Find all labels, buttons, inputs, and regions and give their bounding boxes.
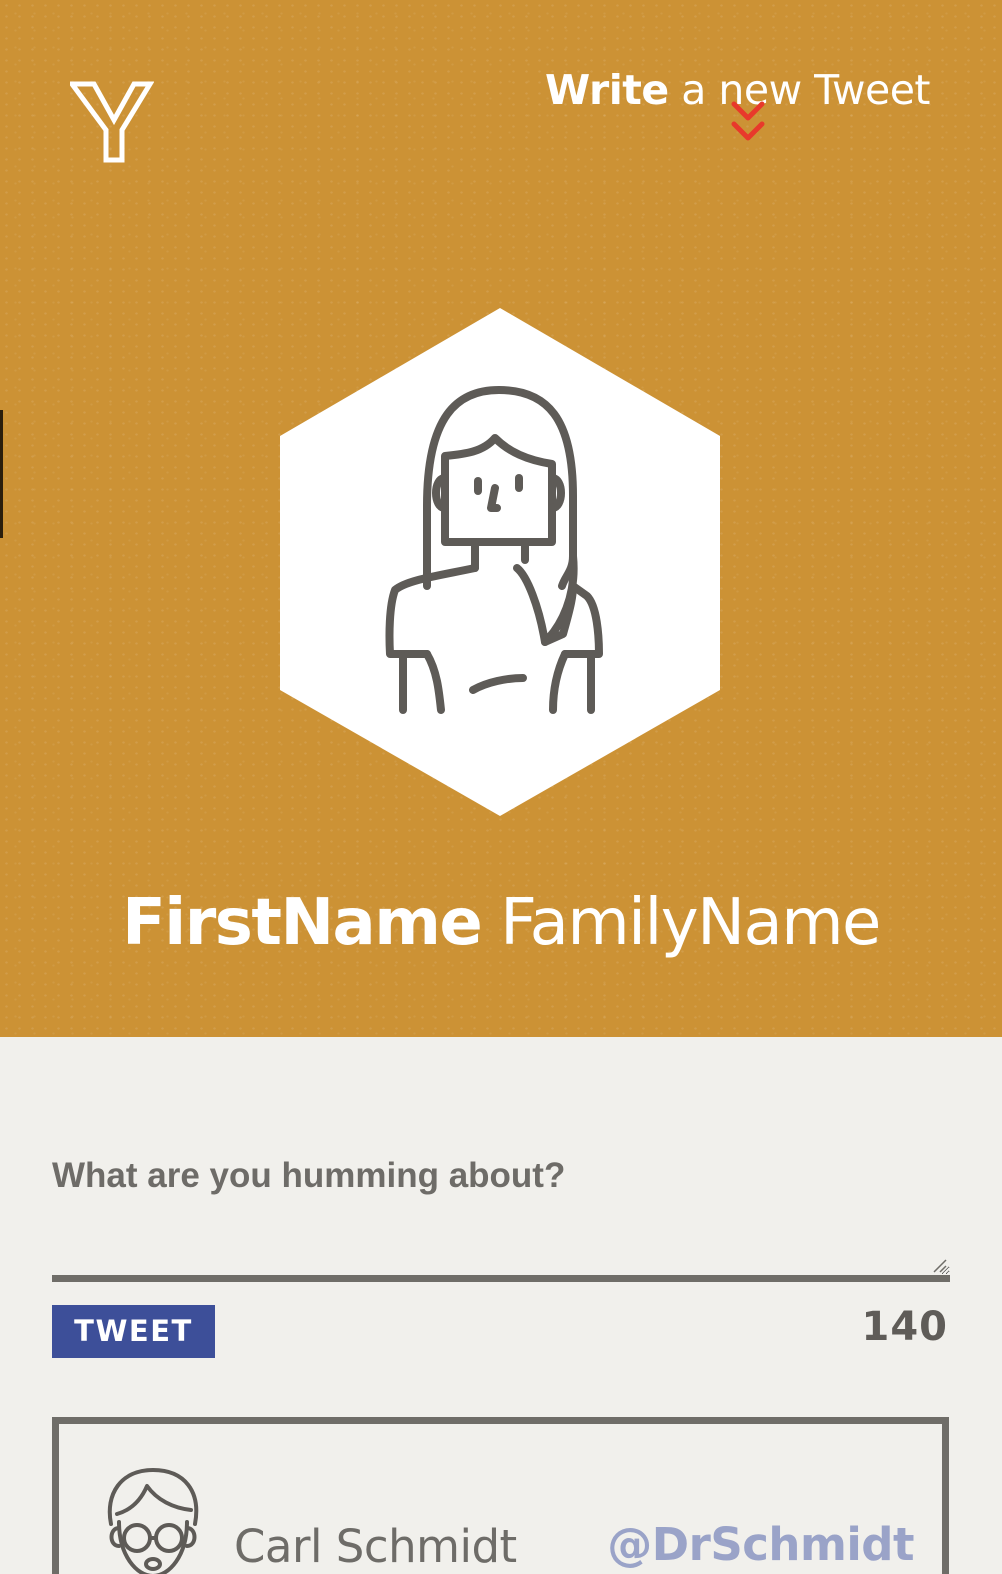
tweet-author-name: Carl Schmidt xyxy=(234,1520,517,1573)
man-with-glasses-avatar-icon[interactable] xyxy=(97,1464,209,1574)
write-link-bold: Write xyxy=(545,66,669,114)
character-counter: 140 xyxy=(861,1304,948,1350)
tweet-button[interactable]: TWEET xyxy=(52,1305,215,1358)
woman-avatar-icon[interactable] xyxy=(277,306,723,818)
profile-name: FirstName FamilyName xyxy=(0,886,1002,960)
profile-header: Write a new Tweet FirstName FamilyName xyxy=(0,0,1002,1037)
edge-shadow xyxy=(0,410,3,538)
resize-grip-icon[interactable] xyxy=(932,1258,948,1274)
y-logo-icon[interactable] xyxy=(70,80,154,164)
app-window: Write a new Tweet FirstName FamilyName W… xyxy=(0,0,1002,1574)
tweet-input[interactable] xyxy=(52,1120,950,1282)
double-chevron-down-icon[interactable] xyxy=(730,100,766,146)
write-link-rest: a new Tweet xyxy=(668,66,930,114)
first-name: FirstName xyxy=(122,886,483,960)
tweet-author-handle[interactable]: @DrSchmidt xyxy=(607,1518,914,1571)
tweet-card[interactable]: Carl Schmidt @DrSchmidt xyxy=(52,1417,949,1574)
tweet-composer xyxy=(52,1120,950,1282)
family-name: FamilyName xyxy=(500,886,881,960)
